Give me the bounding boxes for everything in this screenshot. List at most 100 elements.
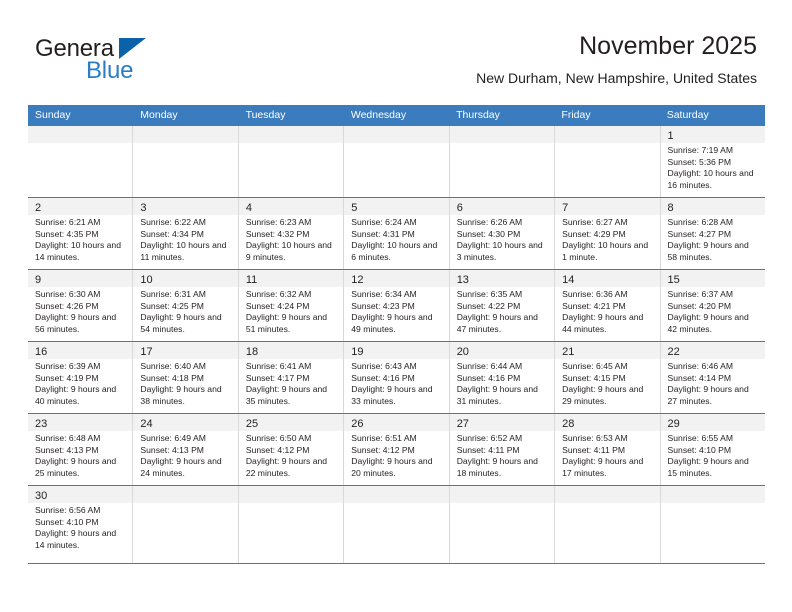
day-cell-21[interactable]: 21 Sunrise: 6:45 AM Sunset: 4:15 PM Dayligh… [555,342,661,413]
sunrise-text: Sunrise: 6:46 AM [667,361,733,371]
daylight-text: Daylight: 9 hours and 27 minutes. [667,384,749,406]
day-number: 3 [140,202,147,214]
day-cell-19[interactable]: 19 Sunrise: 6:43 AM Sunset: 4:16 PM Dayligh… [344,342,450,413]
daylight-text: Daylight: 9 hours and 49 minutes. [351,312,433,334]
week-row: 9 Sunrise: 6:30 AM Sunset: 4:26 PM Daylight… [28,269,765,341]
sunset-text: Sunset: 4:10 PM [667,444,732,455]
day-number-band [133,126,238,143]
day-info: Sunrise: 6:30 AM Sunset: 4:26 PM Daylight:… [28,287,132,338]
sunset-text: Sunset: 4:11 PM [456,444,520,455]
weekday-header-row: Sunday Monday Tuesday Wednesday Thursday Frid… [28,105,765,125]
sunrise-text: Sunrise: 6:31 AM [140,289,206,299]
day-number-band: 25 [238,414,344,431]
sunrise-text: Sunrise: 6:24 AM [351,217,417,227]
day-number-band: 24 [133,414,238,431]
day-cell-10[interactable]: 10 Sunrise: 6:31 AM Sunset: 4:25 PM Dayligh… [133,270,239,341]
sunset-text: Sunset: 4:13 PM [140,444,204,455]
day-cell-25[interactable]: 25 Sunrise: 6:50 AM Sunset: 4:12 PM Dayligh… [238,414,345,485]
day-number-band: 21 [555,342,660,359]
day-cell-16[interactable]: 16 Sunrise: 6:39 AM Sunset: 4:19 PM Dayligh… [28,342,134,413]
day-number-band: 3 [133,198,238,215]
sunset-text: Sunset: 5:36 PM [667,156,732,167]
day-info: Sunrise: 6:43 AM Sunset: 4:16 PM Daylight:… [344,359,448,410]
day-cell-3[interactable]: 3 Sunrise: 6:22 AM Sunset: 4:34 PM Daylight… [133,198,239,269]
day-cell-15[interactable]: 15 Sunrise: 6:37 AM Sunset: 4:20 PM Dayligh… [660,270,765,341]
day-cell-30[interactable]: 30 Sunrise: 6:56 AM Sunset: 4:10 PM Dayligh… [28,486,134,563]
day-cell-7[interactable]: 7 Sunrise: 6:27 AM Sunset: 4:29 PM Daylight… [555,198,661,269]
day-cell-11[interactable]: 11 Sunrise: 6:32 AM Sunset: 4:24 PM Dayligh… [238,270,345,341]
day-cell-26[interactable]: 26 Sunrise: 6:51 AM Sunset: 4:12 PM Dayligh… [344,414,450,485]
daylight-text: Daylight: 9 hours and 54 minutes. [140,312,222,334]
day-cell-6[interactable]: 6 Sunrise: 6:26 AM Sunset: 4:30 PM Daylight… [449,198,556,269]
day-number-band: 18 [238,342,344,359]
day-number-band: 2 [28,198,133,215]
week-row: 16 Sunrise: 6:39 AM Sunset: 4:19 PM Dayligh… [28,341,765,413]
sunrise-text: Sunrise: 6:26 AM [456,217,523,227]
day-number-band: 28 [555,414,660,431]
day-info: Sunrise: 6:50 AM Sunset: 4:12 PM Daylight:… [239,431,343,482]
daylight-text: Daylight: 9 hours and 17 minutes. [562,456,644,478]
day-number-band: 1 [660,126,765,143]
day-cell-2[interactable]: 2 Sunrise: 6:21 AM Sunset: 4:35 PM Daylight… [28,198,134,269]
day-cell-13[interactable]: 13 Sunrise: 6:35 AM Sunset: 4:22 PM Dayligh… [449,270,556,341]
sunset-text: Sunset: 4:16 PM [351,372,415,383]
day-cell-5[interactable]: 5 Sunrise: 6:24 AM Sunset: 4:31 PM Daylight… [344,198,450,269]
day-cell-4[interactable]: 4 Sunrise: 6:23 AM Sunset: 4:32 PM Daylight… [238,198,345,269]
day-cell-18[interactable]: 18 Sunrise: 6:41 AM Sunset: 4:17 PM Dayligh… [238,342,345,413]
logo-triangle-icon [119,38,146,59]
day-cell-8[interactable]: 8 Sunrise: 6:28 AM Sunset: 4:27 PM Daylight… [660,198,765,269]
day-number-band [133,486,238,503]
day-cell-28[interactable]: 28 Sunrise: 6:53 AM Sunset: 4:11 PM Dayligh… [555,414,661,485]
sunset-text: Sunset: 4:12 PM [351,444,415,455]
sunset-text: Sunset: 4:31 PM [351,228,415,239]
day-info: Sunrise: 7:19 AM Sunset: 5:36 PM Daylight:… [661,143,765,194]
sunrise-text: Sunrise: 6:53 AM [562,433,628,443]
daylight-text: Daylight: 10 hours and 16 minutes. [667,168,754,190]
day-number-band: 7 [555,198,660,215]
daylight-text: Daylight: 9 hours and 22 minutes. [245,456,328,478]
day-number: 8 [667,202,674,214]
day-info: Sunrise: 6:56 AM Sunset: 4:10 PM Daylight:… [28,503,132,554]
day-cell-9[interactable]: 9 Sunrise: 6:30 AM Sunset: 4:26 PM Daylight… [28,270,134,341]
day-info: Sunrise: 6:39 AM Sunset: 4:19 PM Daylight:… [28,359,132,410]
sunset-text: Sunset: 4:18 PM [140,372,204,383]
day-cell-12[interactable]: 12 Sunrise: 6:34 AM Sunset: 4:23 PM Dayligh… [344,270,450,341]
general-blue-logo[interactable]: General Blue [35,36,235,92]
day-cell-14[interactable]: 14 Sunrise: 6:36 AM Sunset: 4:21 PM Dayligh… [555,270,661,341]
day-cell-empty [660,486,765,563]
sunrise-text: Sunrise: 6:39 AM [35,361,101,371]
daylight-text: Daylight: 9 hours and 35 minutes. [245,384,328,406]
day-number: 20 [456,346,469,358]
day-info: Sunrise: 6:51 AM Sunset: 4:12 PM Daylight:… [344,431,448,482]
sunrise-text: Sunrise: 6:37 AM [667,289,733,299]
day-number-band: 29 [660,414,765,431]
day-cell-empty [238,126,345,197]
day-number: 5 [351,202,358,214]
sunrise-text: Sunrise: 6:36 AM [562,289,628,299]
day-cell-empty [555,126,661,197]
day-number: 14 [562,274,575,286]
day-cell-29[interactable]: 29 Sunrise: 6:55 AM Sunset: 4:10 PM Dayligh… [660,414,765,485]
day-info: Sunrise: 6:21 AM Sunset: 4:35 PM Daylight:… [28,215,132,266]
day-number: 13 [456,274,469,286]
sunrise-text: Sunrise: 6:49 AM [140,433,206,443]
day-info: Sunrise: 6:48 AM Sunset: 4:13 PM Daylight:… [28,431,132,482]
day-info: Sunrise: 6:34 AM Sunset: 4:23 PM Daylight:… [344,287,448,338]
day-cell-22[interactable]: 22 Sunrise: 6:46 AM Sunset: 4:14 PM Dayligh… [660,342,765,413]
day-cell-23[interactable]: 23 Sunrise: 6:48 AM Sunset: 4:13 PM Dayligh… [28,414,134,485]
day-cell-1[interactable]: 1 Sunrise: 7:19 AM Sunset: 5:36 PM Daylight… [660,126,765,197]
sunset-text: Sunset: 4:19 PM [35,372,99,383]
day-number: 6 [456,202,463,214]
sunset-text: Sunset: 4:26 PM [35,300,99,311]
day-cell-20[interactable]: 20 Sunrise: 6:44 AM Sunset: 4:16 PM Dayligh… [449,342,556,413]
week-row: 30 Sunrise: 6:56 AM Sunset: 4:10 PM Dayligh… [28,485,765,564]
day-cell-27[interactable]: 27 Sunrise: 6:52 AM Sunset: 4:11 PM Dayligh… [449,414,556,485]
day-cell-24[interactable]: 24 Sunrise: 6:49 AM Sunset: 4:13 PM Dayligh… [133,414,239,485]
day-number-band: 4 [238,198,344,215]
day-number: 12 [351,274,364,286]
sunrise-text: Sunrise: 6:40 AM [140,361,206,371]
sunset-text: Sunset: 4:15 PM [562,372,626,383]
sunrise-text: Sunrise: 6:52 AM [456,433,523,443]
day-cell-17[interactable]: 17 Sunrise: 6:40 AM Sunset: 4:18 PM Dayligh… [133,342,239,413]
sunrise-text: Sunrise: 6:22 AM [140,217,206,227]
